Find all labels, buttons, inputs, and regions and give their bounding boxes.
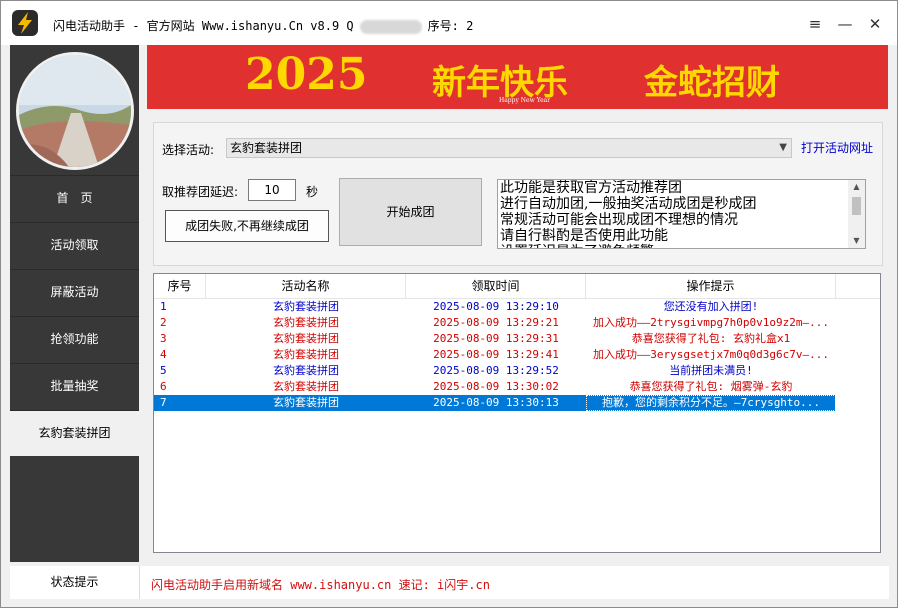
cell-time: 2025-08-09 13:30:02 [433,380,559,393]
sidebar-item-batch-lottery[interactable]: 批量抽奖 [10,363,139,409]
sidebar-item-label: 批量抽奖 [50,379,99,393]
avatar [16,52,134,170]
column-header-time[interactable]: 领取时间 [406,274,586,298]
status-label: 状态提示 [10,566,140,599]
cell-time: 2025-08-09 13:29:52 [433,364,559,377]
sidebar-item-label: 抢领功能 [50,332,99,346]
table-row[interactable]: 3 玄豹套装拼团 2025-08-09 13:29:31 恭喜您获得了礼包: 玄豹礼盒… [154,331,880,347]
cell-name: 玄豹套装拼团 [273,364,339,377]
status-text: 闪电活动助手启用新域名 www.ishanyu.cn 速记: i闪宇.cn [151,578,490,592]
cell-no: 5 [160,364,167,377]
open-activity-link[interactable]: 打开活动网址 [801,139,873,156]
activity-select-value: 玄豹套装拼团 [230,141,303,155]
table-row[interactable]: 1 玄豹套装拼团 2025-08-09 13:29:10 您还没有加入拼团! [154,299,880,315]
description-scrollbar[interactable]: ▲ ▼ [848,180,865,248]
cell-no: 3 [160,332,167,345]
cell-name: 玄豹套装拼团 [273,380,339,393]
delay-unit: 秒 [306,185,319,199]
window-title: 闪电活动助手 - 官方网站 Www.ishanyu.Cn v8.9 Q 序号: 2 [53,17,473,34]
window-title-serial: 序号: 2 [427,19,474,33]
cell-no: 7 [160,396,167,409]
cell-name: 玄豹套装拼团 [273,396,339,409]
table-row[interactable]: 4 玄豹套装拼团 2025-08-09 13:29:41 加入成功——3erysgse… [154,347,880,363]
cell-tip: 加入成功——3erysgsetjx7m0q0d3g6c7v—... [592,348,830,361]
window-title-main: 闪电活动助手 - 官方网站 Www.ishanyu.Cn v8.9 Q [53,19,354,33]
sidebar-item-grab[interactable]: 抢领功能 [10,316,139,362]
scroll-down-icon[interactable]: ▼ [848,234,865,248]
cell-name: 玄豹套装拼团 [273,332,339,345]
cell-tip: 恭喜您获得了礼包: 烟雾弹-玄豹 [629,380,793,393]
description-textarea[interactable]: 此功能是获取官方活动推荐团 进行自动加团,一般抽奖活动成团是秒成团 常规活动可能… [497,179,866,249]
delay-input[interactable]: 10 [248,179,296,201]
blurred-qq-number [359,19,422,34]
table-row[interactable]: 5 玄豹套装拼团 2025-08-09 13:29:52 当前拼团未满员! [154,363,880,379]
table-row[interactable]: 7 玄豹套装拼团 2025-08-09 13:30:13 抱歉，您的剩余积分不足。—7… [154,395,880,411]
column-header-tip[interactable]: 操作提示 [586,274,836,298]
menu-icon[interactable]: ≡ [804,13,826,35]
cell-tip: 加入成功——2trysgivmpg7h0p0v1o9z2m—... [592,316,830,329]
control-panel: 选择活动: 玄豹套装拼团 ▼ 打开活动网址 取推荐团延迟: 10 秒 成团失败,… [153,122,883,266]
cell-name: 玄豹套装拼团 [273,316,339,329]
avatar-landscape-image [19,55,131,167]
activity-label: 选择活动: [162,143,215,157]
app-window: 闪电活动助手 - 官方网站 Www.ishanyu.Cn v8.9 Q 序号: 2… [0,0,898,608]
cell-tip: 您还没有加入拼团! [663,300,759,313]
activity-select[interactable]: 玄豹套装拼团 ▼ [226,138,792,158]
cell-time: 2025-08-09 13:29:41 [433,348,559,361]
table-row[interactable]: 2 玄豹套装拼团 2025-08-09 13:29:21 加入成功——2trysgiv… [154,315,880,331]
sidebar-item-home[interactable]: 首 页 [10,175,139,221]
sidebar: 首 页 活动领取 屏蔽活动 抢领功能 批量抽奖 玄豹套装拼团 [10,45,139,562]
cell-time: 2025-08-09 13:29:10 [433,300,559,313]
sidebar-item-block-activity[interactable]: 屏蔽活动 [10,269,139,315]
cell-no: 6 [160,380,167,393]
table-header: 序号 活动名称 领取时间 操作提示 [154,274,880,299]
banner-year: 2025 [245,49,368,100]
column-header-no[interactable]: 序号 [154,274,206,298]
new-year-banner: 2025 新年快乐 Happy New Year 金蛇招财 [147,45,888,109]
sidebar-item-label: 首 页 [56,191,93,205]
start-group-button[interactable]: 开始成团 [339,178,482,246]
stop-on-fail-button[interactable]: 成团失败,不再继续成团 [165,210,329,242]
cell-no: 4 [160,348,167,361]
sidebar-item-label: 屏蔽活动 [50,285,99,299]
banner-blessing: 金蛇招财 [644,63,780,103]
scroll-up-icon[interactable]: ▲ [848,180,865,194]
sidebar-item-label: 玄豹套装拼团 [38,426,111,440]
lightning-app-icon [12,10,38,36]
cell-name: 玄豹套装拼团 [273,300,339,313]
description-text: 此功能是获取官方活动推荐团 进行自动加团,一般抽奖活动成团是秒成团 常规活动可能… [500,180,757,248]
sidebar-item-activity-claim[interactable]: 活动领取 [10,222,139,268]
cell-time: 2025-08-09 13:29:31 [433,332,559,345]
minimize-icon[interactable]: — [834,13,856,35]
cell-name: 玄豹套装拼团 [273,348,339,361]
status-bar: 状态提示 闪电活动助手启用新域名 www.ishanyu.cn 速记: i闪宇.… [10,566,889,599]
title-bar[interactable]: 闪电活动助手 - 官方网站 Www.ishanyu.Cn v8.9 Q 序号: 2… [1,1,897,45]
cell-time: 2025-08-09 13:30:13 [433,396,559,409]
chevron-down-icon: ▼ [779,142,787,153]
cell-no: 2 [160,316,167,329]
close-icon[interactable]: ✕ [864,13,886,35]
sidebar-item-label: 活动领取 [50,238,99,252]
column-header-name[interactable]: 活动名称 [206,274,406,298]
cell-time: 2025-08-09 13:29:21 [433,316,559,329]
results-table[interactable]: 序号 活动名称 领取时间 操作提示 1 玄豹套装拼团 2025-08-09 13:2… [153,273,881,553]
cell-tip: 恭喜您获得了礼包: 玄豹礼盒x1 [631,332,791,345]
sidebar-item-group-buy[interactable]: 玄豹套装拼团 [10,410,139,456]
table-row[interactable]: 6 玄豹套装拼团 2025-08-09 13:30:02 恭喜您获得了礼包: 烟雾弹-… [154,379,880,395]
cell-tip: 当前拼团未满员! [669,364,753,377]
banner-subtext: Happy New Year [499,97,551,104]
cell-no: 1 [160,300,167,313]
scroll-thumb[interactable] [852,197,861,215]
delay-label: 取推荐团延迟: [162,185,239,199]
cell-tip: 抱歉，您的剩余积分不足。—7crysghto... [586,395,836,411]
